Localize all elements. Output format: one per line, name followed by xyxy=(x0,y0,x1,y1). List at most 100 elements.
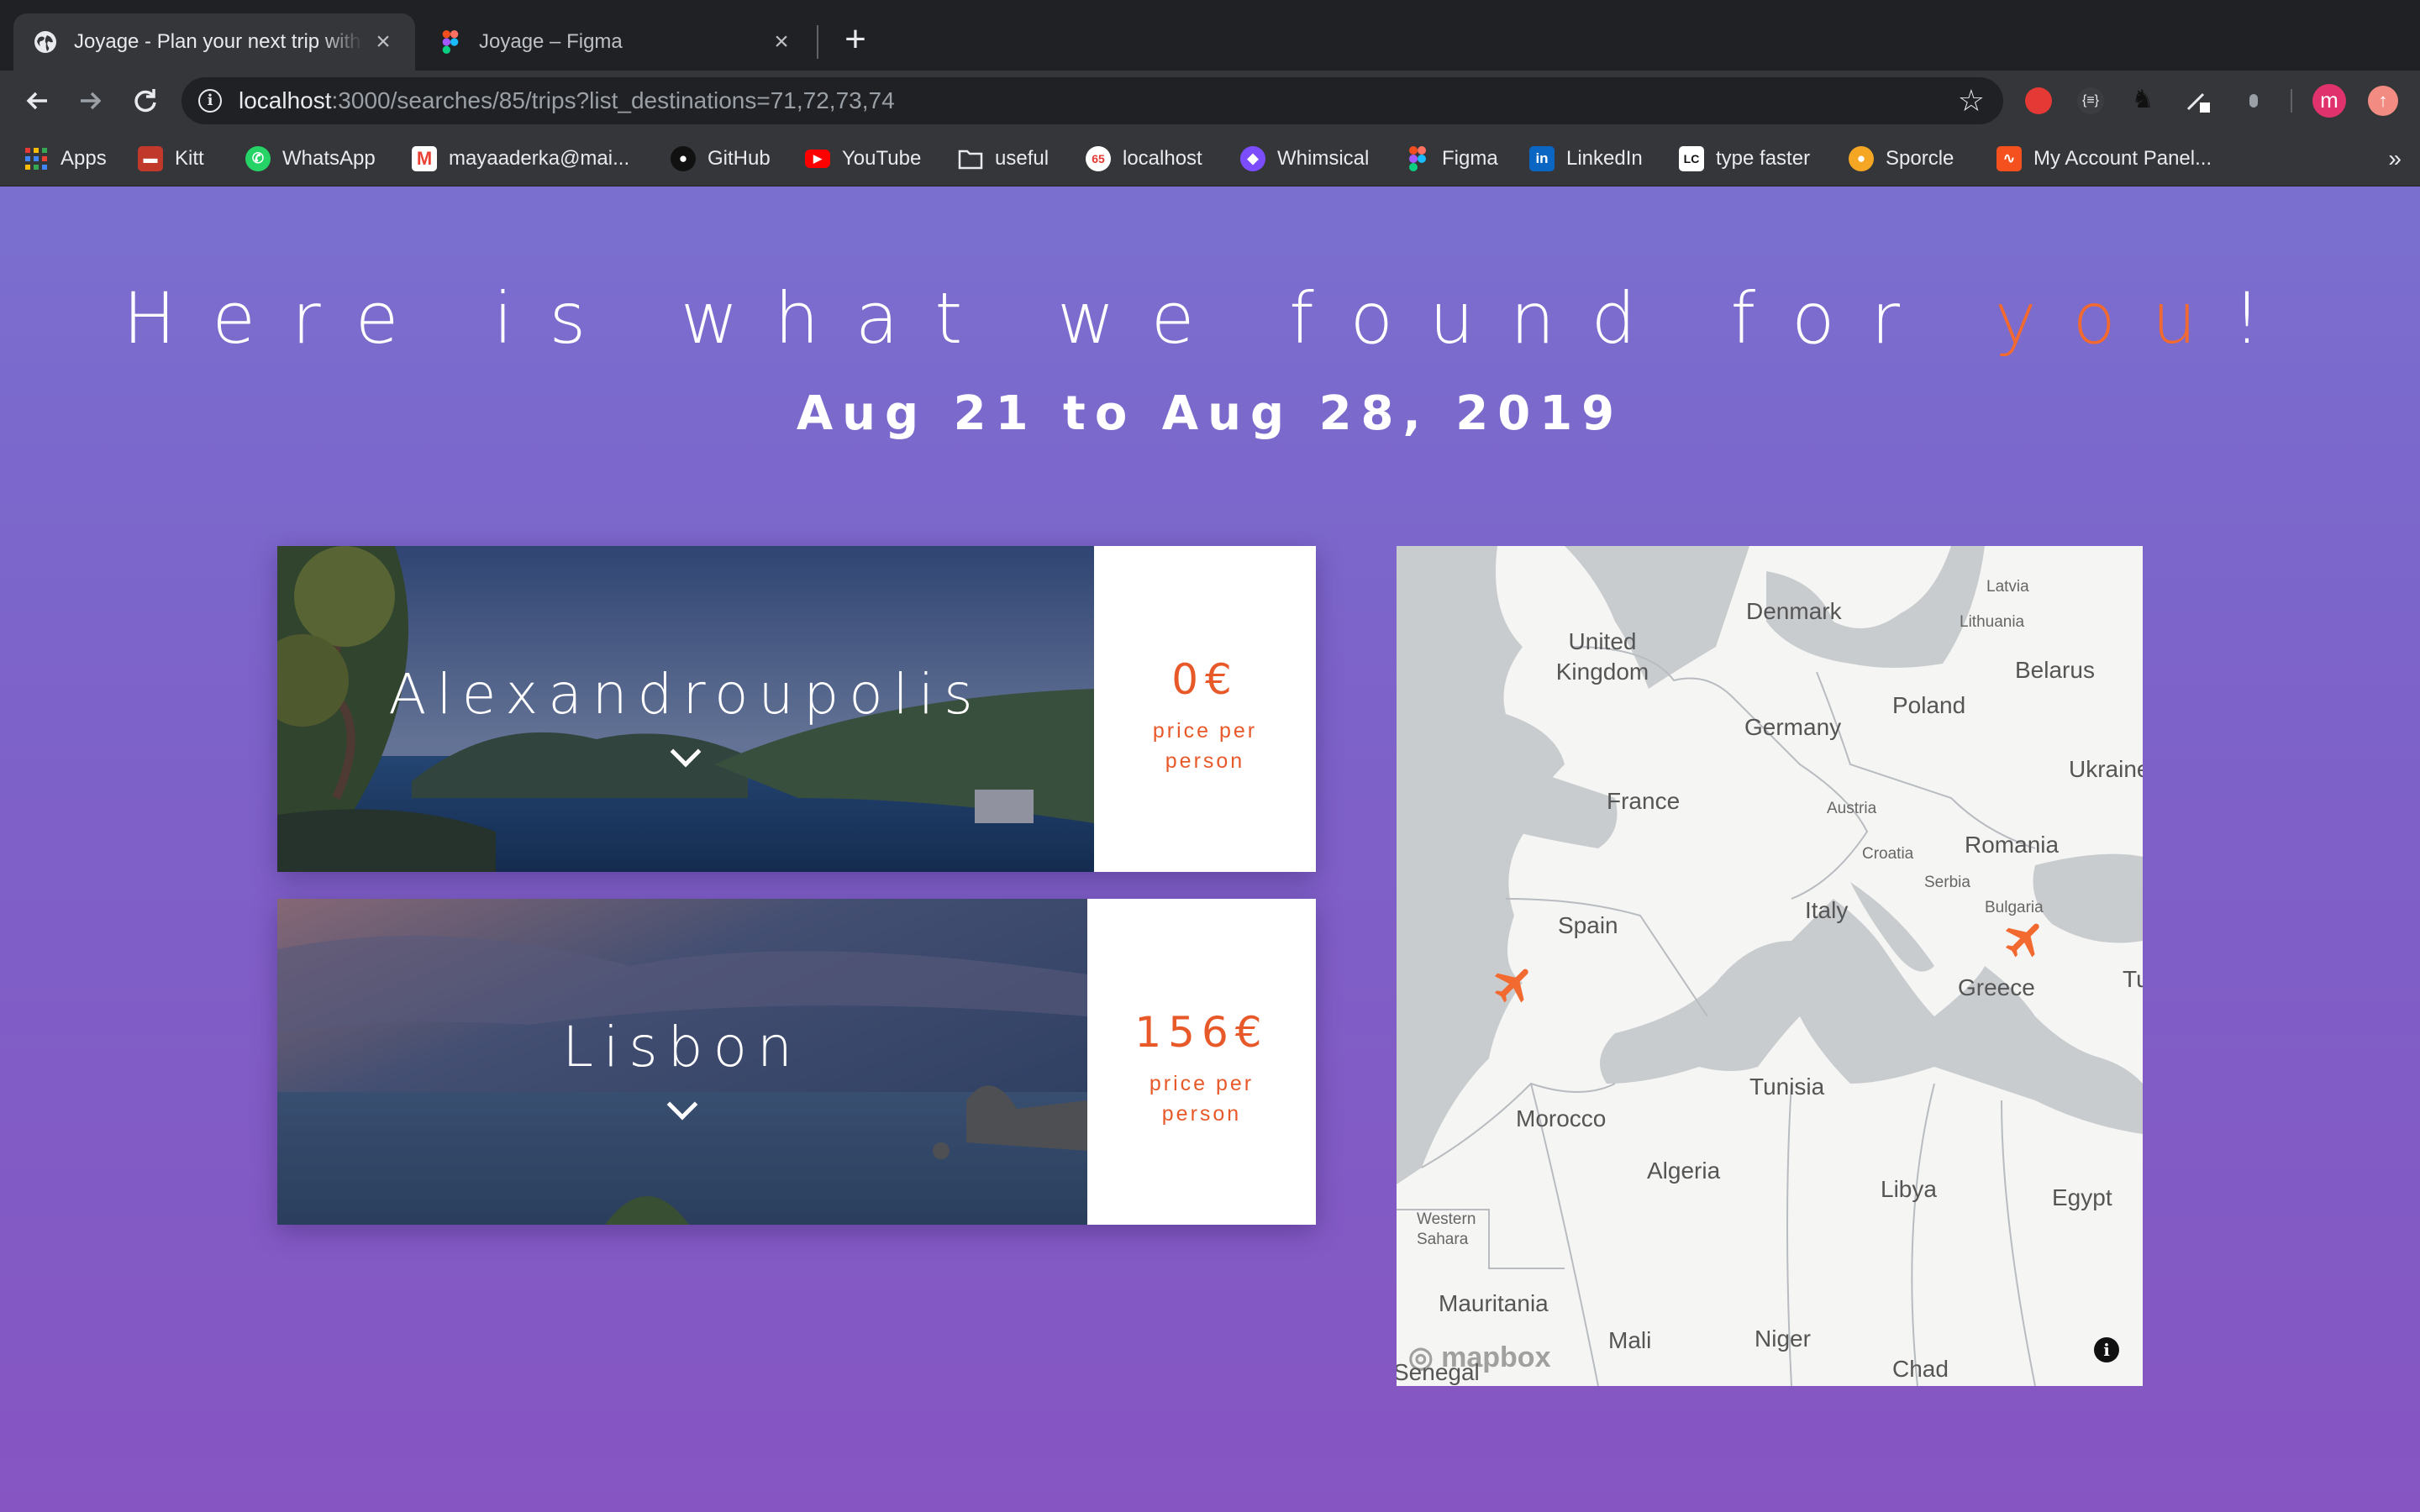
tab-figma[interactable]: Joyage – Figma × xyxy=(418,13,813,71)
map-label: Latvia xyxy=(1986,578,2029,596)
bookmark-whimsical[interactable]: ◆ Whimsical xyxy=(1240,141,1369,176)
bookmark-label: type faster xyxy=(1716,147,1811,170)
update-arrow-icon[interactable]: ↑ xyxy=(2368,86,2398,116)
bookmark-type-faster[interactable]: LC type faster xyxy=(1679,141,1810,176)
unicorn-extension-icon[interactable]: ♞ xyxy=(2129,87,2156,114)
map-label: Poland xyxy=(1892,692,1966,718)
linkedin-icon: in xyxy=(1529,146,1555,171)
map-label: Mali xyxy=(1608,1327,1652,1353)
account-panel-icon: ∿ xyxy=(1996,146,2022,171)
bookmark-star-icon[interactable]: ☆ xyxy=(1958,84,1985,118)
mapbox-logo[interactable]: ◎ mapbox xyxy=(1408,1341,1550,1374)
price-panel: 0€ price per person xyxy=(1094,546,1316,872)
whimsical-icon: ◆ xyxy=(1240,146,1265,171)
bookmark-label: GitHub xyxy=(708,147,771,170)
airplane-marker-icon[interactable] xyxy=(1491,961,1538,1008)
destination-name: Alexandroupolis xyxy=(388,662,983,727)
map-label: Austria xyxy=(1827,800,1877,817)
apps-grid-icon xyxy=(24,146,49,171)
bookmark-kitt[interactable]: ▬ Kitt xyxy=(138,141,204,176)
folder-icon xyxy=(958,146,983,171)
bookmark-figma[interactable]: Figma xyxy=(1405,141,1498,176)
bookmark-folder-useful[interactable]: useful xyxy=(958,141,1049,176)
map-label: United Kingdom xyxy=(1555,628,1649,685)
tab-title: Joyage - Plan your next trip with friend… xyxy=(74,30,363,53)
price-label: price per person xyxy=(1152,719,1258,773)
more-bookmarks-icon[interactable]: » xyxy=(2388,141,2402,176)
color-picker-extension-icon[interactable] xyxy=(2185,87,2212,114)
map-label: Denmark xyxy=(1746,598,1842,624)
bookmark-account-panel[interactable]: ∿ My Account Panel... xyxy=(1996,141,2212,176)
map-label: Germany xyxy=(1744,714,1842,740)
map-label: Serbia xyxy=(1924,874,1970,891)
bookmark-label: Sporcle xyxy=(1886,147,1954,170)
map-label: Croatia xyxy=(1862,845,1914,863)
site-info-icon[interactable]: i xyxy=(198,89,222,113)
bookmark-apps[interactable]: Apps xyxy=(24,141,107,176)
results-page: Here is what we found for you! Aug 21 to… xyxy=(0,186,2420,1512)
bookmark-label: Apps xyxy=(60,147,107,170)
bookmark-label: YouTube xyxy=(842,147,922,170)
map-label: Lithuania xyxy=(1960,613,2025,631)
destination-photo: Lisbon xyxy=(277,899,1087,1225)
headline-accent: you xyxy=(1994,277,2233,360)
price-panel: 156€ price per person xyxy=(1087,899,1316,1225)
price-label: price per person xyxy=(1149,1072,1255,1126)
tab-joyage[interactable]: Joyage - Plan your next trip with friend… xyxy=(13,13,415,71)
close-tab-icon[interactable]: × xyxy=(371,29,395,55)
page-title: Here is what we found for you! xyxy=(123,277,2297,360)
lc-icon: LC xyxy=(1679,146,1704,171)
reload-icon[interactable] xyxy=(128,84,161,118)
map-label: Egypt xyxy=(2052,1184,2112,1210)
bookmark-youtube[interactable]: ▶ YouTube xyxy=(805,141,921,176)
bookmark-sporcle[interactable]: ● Sporcle xyxy=(1849,141,1954,176)
bookmark-label: localhost xyxy=(1123,147,1202,170)
bookmark-label: mayaaderka@mai... xyxy=(449,147,630,170)
adblock-extension-icon[interactable] xyxy=(2025,87,2052,114)
browser-toolbar: i localhost:3000/searches/85/trips?list_… xyxy=(0,71,2420,131)
tab-strip: Joyage - Plan your next trip with friend… xyxy=(0,0,2420,71)
bookmark-gmail[interactable]: M mayaaderka@mai... xyxy=(412,141,629,176)
trip-card-alexandroupolis[interactable]: Alexandroupolis 0€ price per person xyxy=(277,546,1316,872)
trip-dates: Aug 21 to Aug 28, 2019 xyxy=(796,386,1624,441)
map-label: Spain xyxy=(1558,912,1618,938)
localhost-icon: 65 xyxy=(1086,146,1111,171)
destinations-map[interactable]: Denmark Latvia Lithuania United Kingdom … xyxy=(1397,546,2143,1386)
trip-card-lisbon[interactable]: Lisbon 156€ price per person xyxy=(277,899,1316,1225)
map-label: Romania xyxy=(1965,832,2060,858)
new-tab-icon[interactable]: + xyxy=(839,21,872,58)
bookmark-github[interactable]: ● GitHub xyxy=(671,141,771,176)
map-label: Algeria xyxy=(1647,1158,1721,1184)
map-label: Greece xyxy=(1958,974,2035,1000)
map-label: Libya xyxy=(1881,1176,1937,1202)
bookmark-label: Kitt xyxy=(175,147,204,170)
back-icon[interactable] xyxy=(20,84,54,118)
bookmark-label: Whimsical xyxy=(1277,147,1370,170)
globe-icon xyxy=(34,30,57,54)
bookmark-linkedin[interactable]: in LinkedIn xyxy=(1529,141,1643,176)
close-tab-icon[interactable]: × xyxy=(770,29,793,55)
extension-icon[interactable] xyxy=(2240,87,2267,114)
gmail-icon: M xyxy=(412,146,437,171)
trip-price: 0€ xyxy=(1171,655,1239,704)
map-label: Chad xyxy=(1892,1356,1949,1382)
github-icon: ● xyxy=(671,146,696,171)
address-bar[interactable]: i localhost:3000/searches/85/trips?list_… xyxy=(182,77,2003,124)
map-label: Tu xyxy=(2123,966,2143,992)
tab-separator xyxy=(817,25,818,59)
profile-avatar[interactable]: m xyxy=(2312,84,2346,118)
map-label: Belarus xyxy=(2015,657,2095,683)
bookmark-label: LinkedIn xyxy=(1566,147,1643,170)
bookmark-label: Figma xyxy=(1442,147,1498,170)
airplane-marker-icon[interactable] xyxy=(2002,916,2049,963)
sporcle-icon: ● xyxy=(1849,146,1874,171)
figma-icon xyxy=(1405,146,1430,171)
map-attribution-info-icon[interactable]: i xyxy=(2094,1337,2119,1362)
map-label: Mauritania xyxy=(1439,1290,1549,1316)
url-text: localhost:3000/searches/85/trips?list_de… xyxy=(239,87,895,113)
bookmark-localhost[interactable]: 65 localhost xyxy=(1086,141,1202,176)
bookmark-label: My Account Panel... xyxy=(2033,147,2212,170)
forward-icon[interactable] xyxy=(74,84,108,118)
bookmark-whatsapp[interactable]: ✆ WhatsApp xyxy=(245,141,376,176)
json-extension-icon[interactable]: {≡} xyxy=(2077,87,2104,114)
